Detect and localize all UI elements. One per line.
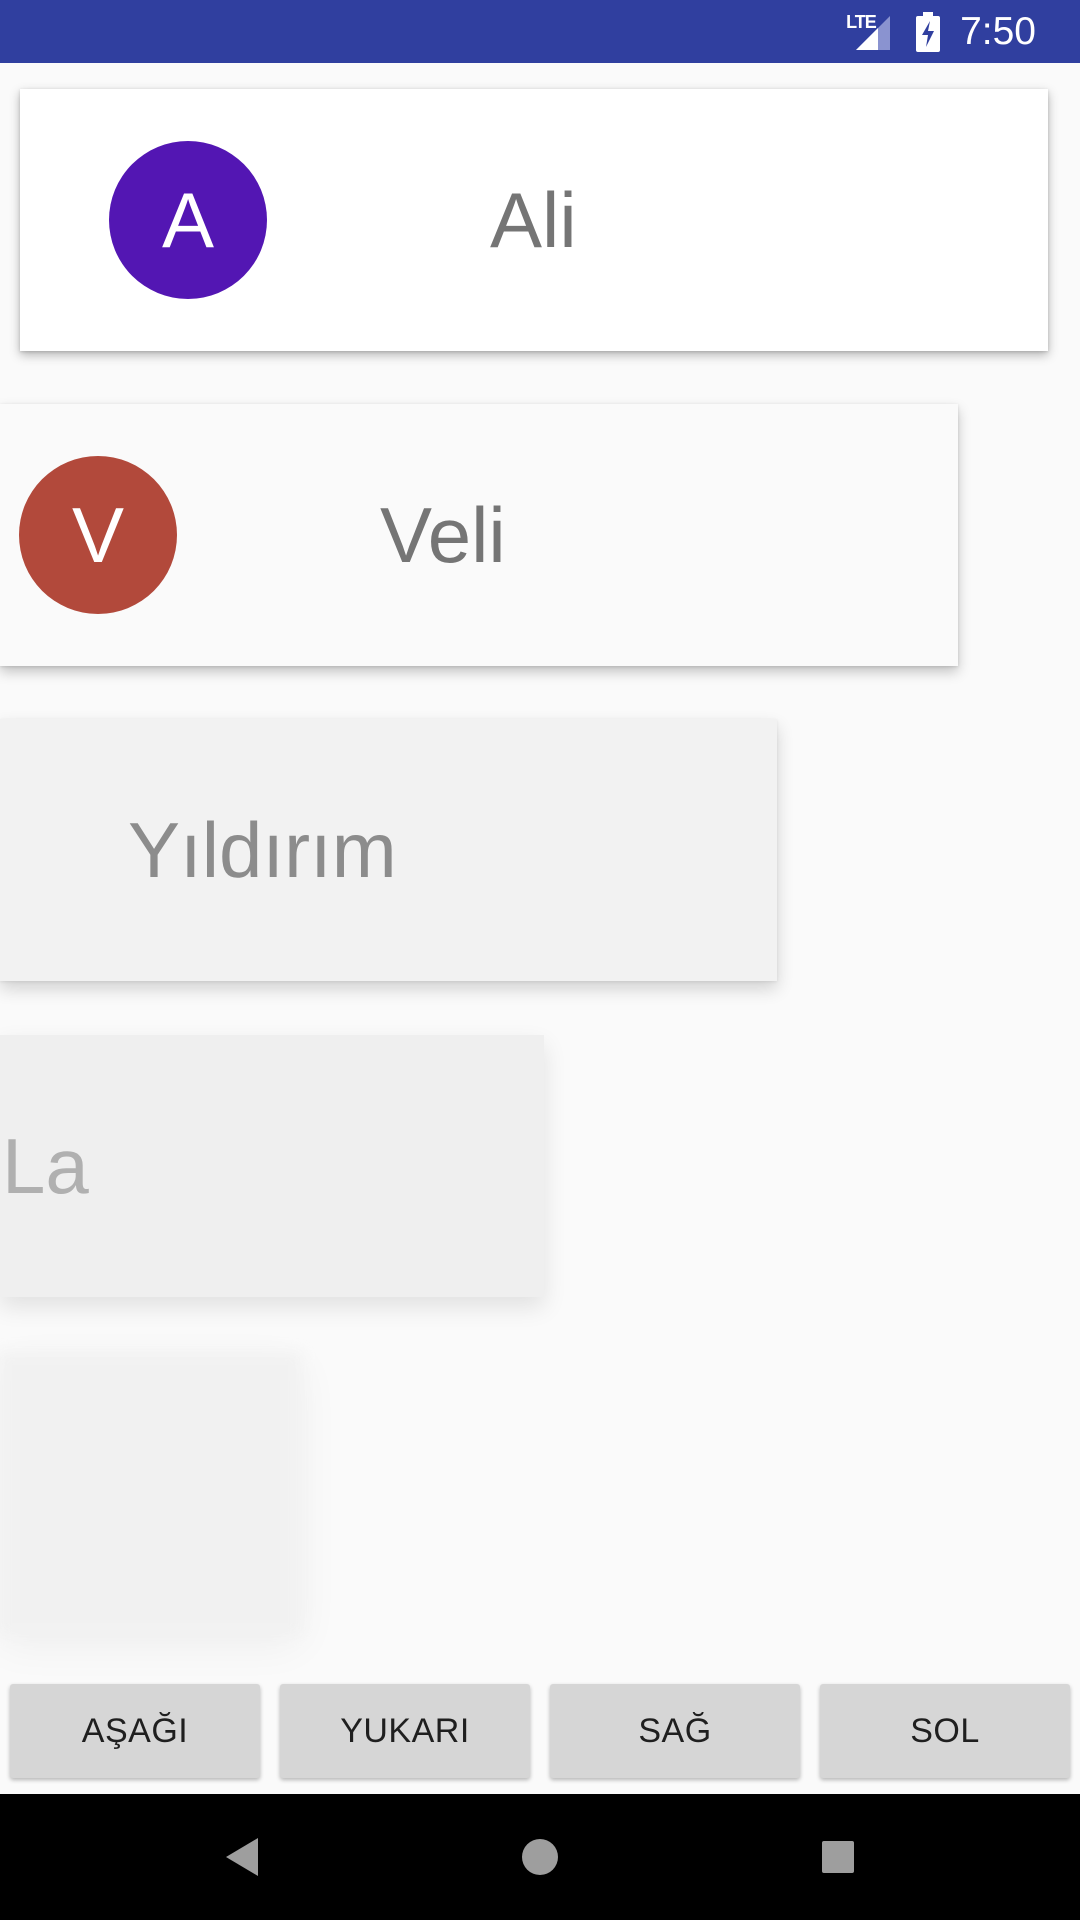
card-list[interactable]: A Ali V Veli Yıldırım La: [0, 63, 1080, 1793]
avatar: V: [19, 456, 177, 614]
status-icons: LTE 7:50: [846, 0, 1036, 63]
item-name: Ali: [490, 175, 577, 264]
list-item[interactable]: A Ali: [20, 89, 1048, 351]
list-item[interactable]: La: [0, 1035, 544, 1297]
avatar: A: [109, 141, 267, 299]
up-button[interactable]: YUKARI: [280, 1684, 530, 1778]
item-name: Yıldırım: [128, 805, 397, 894]
list-item[interactable]: V Veli: [0, 404, 958, 666]
right-button[interactable]: SAĞ: [550, 1684, 800, 1778]
status-bar: LTE 7:50: [0, 0, 1080, 63]
item-name: Veli: [380, 490, 506, 579]
button-row: AŞAĞI YUKARI SAĞ SOL: [0, 1680, 1080, 1780]
navigation-bar: [0, 1794, 1080, 1920]
down-button[interactable]: AŞAĞI: [10, 1684, 260, 1778]
avatar-initial: V: [71, 490, 125, 579]
list-item[interactable]: [0, 1353, 300, 1633]
item-name: La: [2, 1121, 89, 1210]
avatar-initial: A: [161, 175, 215, 264]
battery-charging-icon: [916, 11, 941, 52]
home-icon[interactable]: [518, 1834, 562, 1880]
lte-signal-icon: LTE: [846, 12, 894, 52]
list-item[interactable]: Yıldırım: [0, 719, 777, 981]
back-icon[interactable]: [222, 1834, 262, 1880]
left-button[interactable]: SOL: [820, 1684, 1070, 1778]
recents-icon[interactable]: [818, 1834, 858, 1880]
clock: 7:50: [960, 9, 1036, 53]
